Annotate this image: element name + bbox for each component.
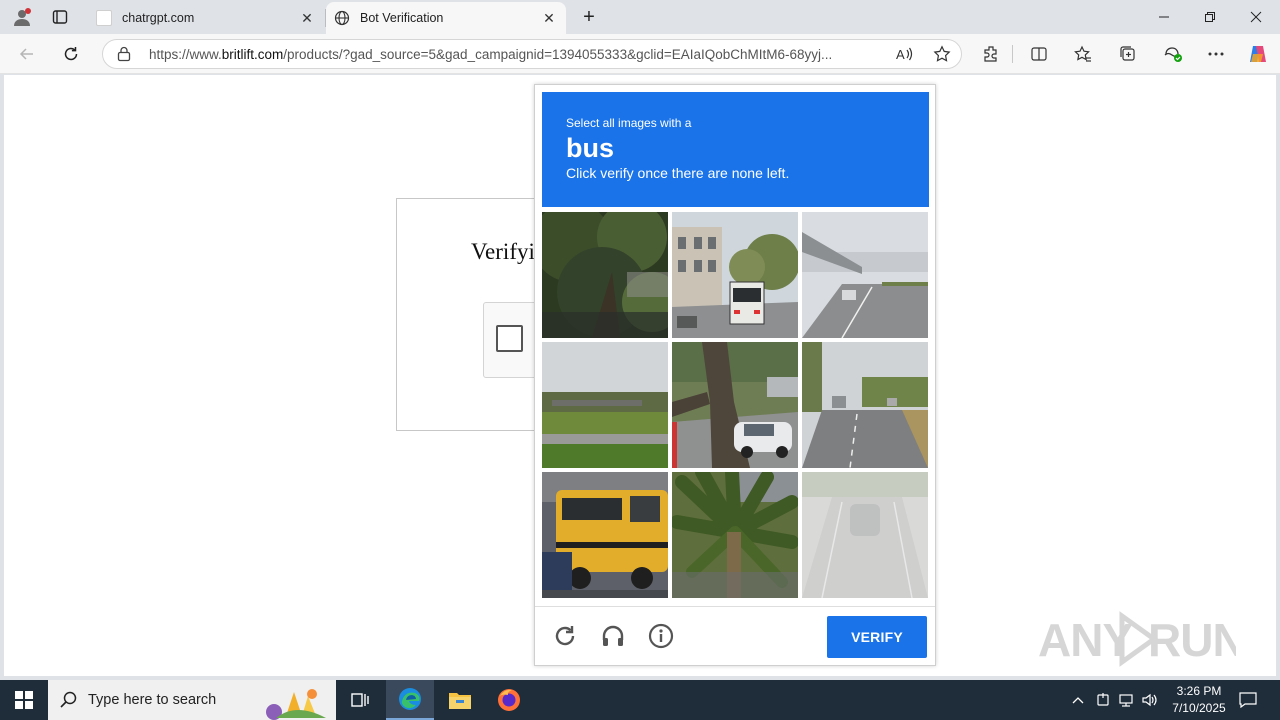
show-hidden-icons[interactable]: [1068, 680, 1088, 720]
captcha-tile-bus-street[interactable]: [672, 212, 798, 338]
volume-icon[interactable]: [1139, 680, 1161, 720]
captcha-instruction-bottom: Click verify once there are none left.: [566, 165, 790, 181]
windows-start-button[interactable]: [0, 680, 48, 720]
address-bar[interactable]: https://www.britlift.com/products/?gad_s…: [102, 39, 962, 69]
tab-actions-icon[interactable]: [46, 4, 74, 30]
url-domain: britlift.com: [221, 46, 284, 62]
extensions-icon[interactable]: [976, 40, 1006, 68]
verify-button[interactable]: VERIFY: [827, 616, 927, 658]
captcha-instruction-top: Select all images with a: [566, 116, 692, 130]
url-path: /products/?gad_source=5&gad_campaignid=1…: [283, 46, 833, 62]
captcha-tile-tree-car[interactable]: [672, 342, 798, 468]
copilot-icon[interactable]: [1243, 40, 1273, 68]
captcha-checkbox[interactable]: [496, 325, 523, 352]
svg-text:A: A: [896, 47, 905, 62]
search-highlight-icon: [256, 682, 332, 720]
blank-page-icon: [96, 10, 112, 26]
firefox-icon[interactable]: [485, 680, 533, 720]
tab-bot-verification[interactable]: Bot Verification ✕: [326, 2, 566, 34]
favorites-icon[interactable]: [1068, 40, 1098, 68]
back-button[interactable]: [12, 40, 42, 68]
tab-title: chatrgpt.com: [122, 11, 195, 25]
network-icon[interactable]: [1115, 680, 1137, 720]
power-status-icon[interactable]: [1092, 680, 1114, 720]
collections-icon[interactable]: [1113, 40, 1143, 68]
windows-taskbar: Type here to search 3:26 PM 7/10/2025: [0, 680, 1280, 720]
close-tab-icon[interactable]: ✕: [298, 10, 316, 27]
restore-button[interactable]: [1187, 0, 1233, 34]
split-screen-icon[interactable]: [1024, 40, 1054, 68]
svg-text:ANY: ANY: [1038, 614, 1132, 666]
taskbar-search-box[interactable]: Type here to search: [48, 680, 336, 720]
captcha-tile-trees[interactable]: [542, 212, 668, 338]
notifications-icon[interactable]: [1234, 680, 1262, 720]
more-options-icon[interactable]: [1201, 40, 1231, 68]
captcha-tile-faded-road[interactable]: [802, 472, 928, 598]
task-view-icon[interactable]: [336, 680, 384, 720]
edge-taskbar-icon[interactable]: [386, 680, 434, 720]
lock-icon[interactable]: [117, 46, 135, 62]
file-explorer-icon[interactable]: [436, 680, 484, 720]
favorite-star-icon[interactable]: [923, 40, 961, 68]
toolbar-separator: [1012, 45, 1013, 63]
new-tab-button[interactable]: +: [576, 4, 602, 30]
info-icon[interactable]: [646, 621, 676, 651]
clock-date: 7/10/2025: [1172, 701, 1226, 715]
captcha-challenge: Select all images with a bus Click verif…: [534, 84, 936, 666]
taskbar-clock[interactable]: 3:26 PM 7/10/2025: [1160, 683, 1238, 717]
minimize-button[interactable]: [1141, 0, 1187, 34]
captcha-target-object: bus: [566, 133, 615, 163]
url-prefix: https://www.: [149, 46, 222, 62]
tab-title: Bot Verification: [360, 11, 444, 25]
search-icon: [60, 691, 78, 709]
reload-icon[interactable]: [550, 621, 580, 651]
refresh-button[interactable]: [56, 40, 86, 68]
tab-chatrgpt[interactable]: chatrgpt.com ✕: [88, 2, 324, 34]
navigation-bar: https://www.britlift.com/products/?gad_s…: [0, 34, 1280, 74]
captcha-tile-highway[interactable]: [802, 212, 928, 338]
captcha-footer: VERIFY: [535, 606, 935, 665]
read-aloud-icon[interactable]: A: [885, 40, 923, 68]
verification-title: Verifyi: [471, 239, 535, 264]
close-window-button[interactable]: [1233, 0, 1279, 34]
captcha-tile-school-bus[interactable]: [542, 472, 668, 598]
captcha-tile-palm[interactable]: [672, 472, 798, 598]
close-tab-icon[interactable]: ✕: [540, 10, 558, 27]
browser-essentials-icon[interactable]: [1158, 40, 1188, 68]
captcha-header: Select all images with a bus Click verif…: [542, 92, 929, 207]
captcha-tile-overpass[interactable]: [542, 342, 668, 468]
svg-text:RUN: RUN: [1148, 614, 1236, 666]
url-text[interactable]: https://www.britlift.com/products/?gad_s…: [149, 47, 885, 62]
clock-time: 3:26 PM: [1176, 684, 1222, 698]
tab-bar: chatrgpt.com ✕ Bot Verification ✕ +: [0, 0, 1280, 34]
search-placeholder: Type here to search: [88, 692, 217, 708]
captcha-tile-road[interactable]: [802, 342, 928, 468]
profile-icon[interactable]: [8, 4, 36, 30]
headphones-icon[interactable]: [598, 621, 628, 651]
globe-icon: [334, 10, 350, 26]
captcha-image-grid: [542, 212, 930, 600]
watermark-logo: ANY RUN: [1036, 608, 1236, 670]
